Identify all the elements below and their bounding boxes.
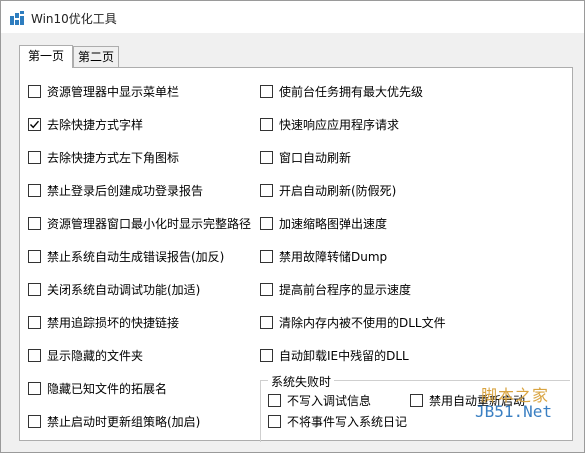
checkbox[interactable] [28,183,41,197]
option-label: 快速响应应用程序请求 [279,117,400,132]
option-label: 开启自动刷新(防假死) [279,183,397,198]
checkbox[interactable] [28,348,41,362]
checkbox[interactable] [28,315,41,329]
option-no-debug-info[interactable]: 不写入调试信息 [268,392,371,408]
option-label: 资源管理器中显示菜单栏 [47,84,180,99]
option-fast-app-response[interactable]: 快速响应应用程序请求 [260,116,399,132]
option-faster-foreground-display[interactable]: 提高前台程序的显示速度 [260,281,411,297]
option-disable-dump[interactable]: 禁用故障转储Dump [260,248,387,264]
checkbox[interactable] [260,249,273,263]
option-no-event-log[interactable]: 不将事件写入系统日记 [268,413,407,429]
option-label: 去除快捷方式左下角图标 [47,150,180,165]
option-auto-refresh-anti-freeze[interactable]: 开启自动刷新(防假死) [260,182,396,198]
option-disable-gpupdate-on-boot[interactable]: 禁止启动时更新组策略(加启) [28,413,200,429]
checkbox[interactable] [28,414,41,428]
option-label: 去除快捷方式字样 [47,117,144,132]
checkbox[interactable] [260,84,273,98]
checkbox[interactable] [260,348,273,362]
option-unload-ie-dll[interactable]: 自动卸载IE中残留的DLL [260,347,409,363]
checkbox[interactable] [28,282,41,296]
option-label: 禁用追踪损坏的快捷链接 [47,315,180,330]
option-show-hidden-folders[interactable]: 显示隐藏的文件夹 [28,347,143,363]
option-hide-extensions[interactable]: 隐藏已知文件的拓展名 [28,380,167,396]
checkbox[interactable] [28,150,41,164]
checkbox[interactable] [28,84,41,98]
checkbox[interactable] [260,216,273,230]
tab-page-1[interactable]: 第一页 [19,45,73,68]
option-remove-shortcut-text[interactable]: 去除快捷方式字样 [28,116,143,132]
option-label: 禁止登录后创建成功登录报告 [47,183,204,198]
tab-page-2[interactable]: 第二页 [73,46,119,68]
option-label: 不写入调试信息 [287,393,372,408]
option-label: 提高前台程序的显示速度 [279,282,412,297]
option-clear-unused-dll[interactable]: 清除内存内被不使用的DLL文件 [260,314,446,330]
option-label: 禁用故障转储Dump [279,249,388,264]
watermark-en-text: JB51.Net [475,402,553,421]
app-window: Win10优化工具 第一页 第二页 资源管理器中显示菜单栏 去除快捷方式字样 去… [0,0,585,453]
checkmark-icon [29,120,40,128]
checkbox[interactable] [260,183,273,197]
option-label: 禁止启动时更新组策略(加启) [47,414,201,429]
title-bar[interactable]: Win10优化工具 [1,1,584,33]
option-label: 窗口自动刷新 [279,150,352,165]
option-label: 资源管理器窗口最小化时显示完整路径 [47,216,252,231]
checkbox[interactable] [268,393,281,407]
option-faster-thumbnails[interactable]: 加速缩略图弹出速度 [260,215,387,231]
checkbox[interactable] [260,117,273,131]
app-icon [10,11,24,25]
option-show-full-path[interactable]: 资源管理器窗口最小化时显示完整路径 [28,215,251,231]
system-failure-group-title: 系统失败时 [268,373,335,390]
option-label: 自动卸载IE中残留的DLL [279,348,409,363]
option-label: 关闭系统自动调试功能(加适) [47,282,201,297]
watermark-logo: 脚本之家 JB51.Net [469,382,579,442]
checkbox-checked[interactable] [28,117,41,131]
checkbox[interactable] [260,282,273,296]
option-window-auto-refresh[interactable]: 窗口自动刷新 [260,149,351,165]
option-disable-logon-report[interactable]: 禁止登录后创建成功登录报告 [28,182,203,198]
checkbox[interactable] [28,216,41,230]
option-label: 禁止系统自动生成错误报告(加反) [47,249,225,264]
option-label: 不将事件写入系统日记 [287,414,408,429]
checkbox[interactable] [260,315,273,329]
option-remove-shortcut-arrow[interactable]: 去除快捷方式左下角图标 [28,149,179,165]
option-disable-error-report[interactable]: 禁止系统自动生成错误报告(加反) [28,248,224,264]
option-label: 使前台任务拥有最大优先级 [279,84,424,99]
checkbox[interactable] [268,414,281,428]
option-label: 隐藏已知文件的拓展名 [47,381,168,396]
option-label: 加速缩略图弹出速度 [279,216,388,231]
checkbox[interactable] [28,381,41,395]
checkbox[interactable] [410,393,423,407]
option-disable-link-tracking[interactable]: 禁用追踪损坏的快捷链接 [28,314,179,330]
option-foreground-priority[interactable]: 使前台任务拥有最大优先级 [260,83,423,99]
checkbox[interactable] [260,150,273,164]
option-disable-auto-debug[interactable]: 关闭系统自动调试功能(加适) [28,281,200,297]
option-label: 清除内存内被不使用的DLL文件 [279,315,446,330]
checkbox[interactable] [28,249,41,263]
window-title: Win10优化工具 [31,12,117,26]
option-show-menubar[interactable]: 资源管理器中显示菜单栏 [28,83,179,99]
option-label: 显示隐藏的文件夹 [47,348,144,363]
